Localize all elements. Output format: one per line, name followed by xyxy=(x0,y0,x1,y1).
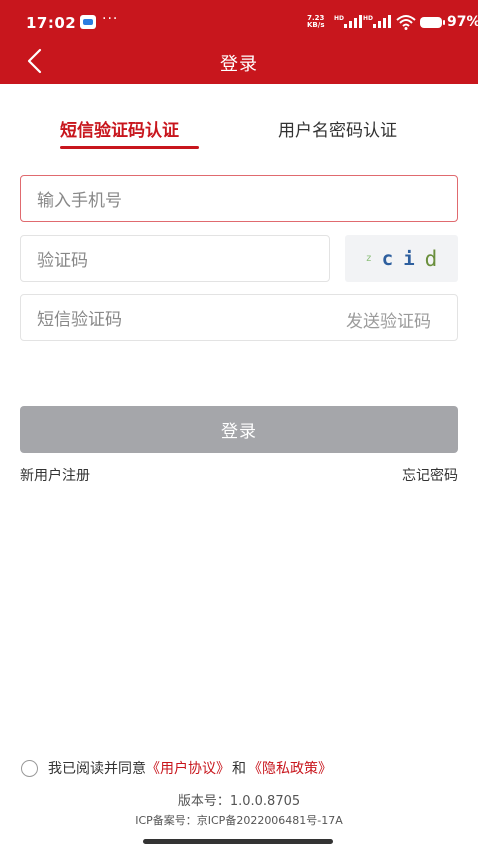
battery-level: 97% xyxy=(447,14,478,30)
login-button[interactable]: 登录 xyxy=(20,406,458,453)
battery-icon xyxy=(420,17,445,28)
agreement-and: 和 xyxy=(232,761,246,777)
privacy-policy-link[interactable]: 《隐私政策》 xyxy=(248,758,332,778)
wifi-icon xyxy=(396,15,416,30)
page-title: 登录 xyxy=(220,54,258,75)
sms-code-input[interactable]: 短信验证码 发送验证码 xyxy=(20,294,458,341)
captcha-image[interactable]: z c i d xyxy=(345,235,458,282)
agreement-radio[interactable] xyxy=(21,759,38,777)
more-notifications-icon: ··· xyxy=(102,11,119,27)
phone-placeholder: 输入手机号 xyxy=(37,191,122,211)
captcha-input[interactable]: 验证码 xyxy=(20,235,330,282)
captcha-char: d xyxy=(424,246,438,271)
tab-sms-verification[interactable]: 短信验证码认证 xyxy=(60,116,179,141)
agreement-row: 我已阅读并同意 《用户协议》 和 《隐私政策》 xyxy=(21,758,332,778)
status-bar: 17:02 ··· 7.23 KB/s HD HD 97% xyxy=(0,0,478,44)
active-tab-indicator xyxy=(60,146,199,149)
auth-tabs: 短信验证码认证 用户名密码认证 xyxy=(0,112,478,156)
home-indicator[interactable] xyxy=(143,839,333,844)
svg-text:HD: HD xyxy=(363,15,373,22)
svg-text:HD: HD xyxy=(334,15,344,22)
signal-icon-2: HD xyxy=(363,15,391,28)
sms-code-placeholder: 短信验证码 xyxy=(37,310,122,330)
tab-username-password[interactable]: 用户名密码认证 xyxy=(278,116,397,141)
captcha-char: i xyxy=(403,247,415,270)
user-agreement-link[interactable]: 《用户协议》 xyxy=(146,758,230,778)
phone-input[interactable]: 输入手机号 xyxy=(20,175,458,222)
captcha-placeholder: 验证码 xyxy=(37,251,88,271)
signal-icon: HD xyxy=(334,15,362,28)
captcha-char: c xyxy=(381,247,394,270)
network-speed: 7.23 KB/s xyxy=(307,14,325,29)
app-header: 17:02 ··· 7.23 KB/s HD HD 97% 登录 xyxy=(0,0,478,84)
send-code-button[interactable]: 发送验证码 xyxy=(346,307,431,332)
notification-app-icon xyxy=(80,15,96,29)
agreement-text: 我已阅读并同意 xyxy=(48,761,146,777)
icp-record: ICP备案号：京ICP备2022006481号-17A xyxy=(135,814,343,827)
version-number: 版本号：1.0.0.8705 xyxy=(177,794,301,809)
forgot-password-link[interactable]: 忘记密码 xyxy=(402,465,458,485)
status-time: 17:02 xyxy=(26,14,77,32)
register-link[interactable]: 新用户注册 xyxy=(20,465,90,485)
captcha-char: z xyxy=(365,253,372,264)
